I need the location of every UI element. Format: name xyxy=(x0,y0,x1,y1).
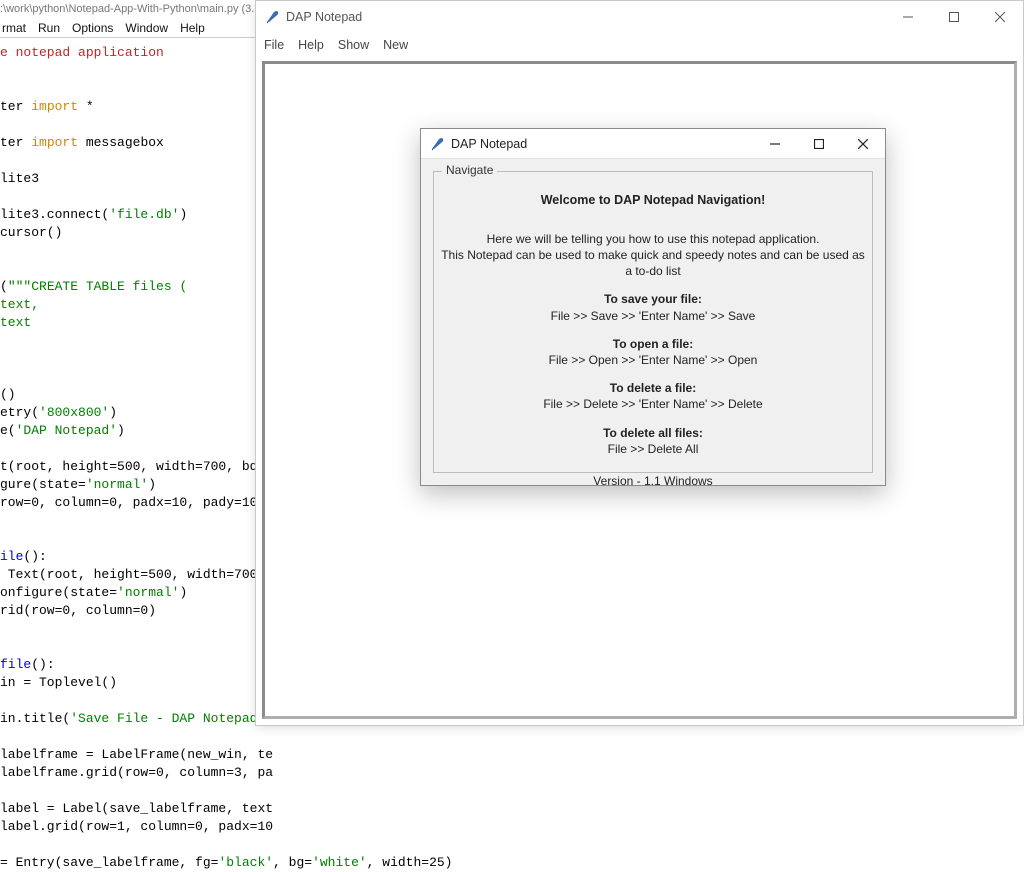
navigate-open-header: To open a file: xyxy=(549,336,758,352)
idle-menu-help[interactable]: Help xyxy=(178,21,207,35)
menu-show[interactable]: Show xyxy=(338,38,369,52)
code-line: label.grid(row=1, column=0, padx=10 xyxy=(0,818,500,836)
navigate-open-line: File >> Open >> 'Enter Name' >> Open xyxy=(549,352,758,368)
dialog-maximize-button[interactable] xyxy=(797,129,841,159)
feather-icon xyxy=(429,136,445,152)
feather-icon xyxy=(264,9,280,25)
menu-help[interactable]: Help xyxy=(298,38,324,52)
dialog-titlebar[interactable]: DAP Notepad xyxy=(421,129,885,159)
idle-menu-window[interactable]: Window xyxy=(123,21,170,35)
minimize-button[interactable] xyxy=(885,1,931,33)
idle-menu-options[interactable]: Options xyxy=(70,21,115,35)
navigate-intro-line2: This Notepad can be used to make quick a… xyxy=(440,247,866,279)
dialog-close-button[interactable] xyxy=(841,129,885,159)
navigate-version: Version - 1.1 Windows xyxy=(593,473,712,489)
code-line xyxy=(0,782,500,800)
navigate-dialog-window: DAP Notepad Navigate Welcome to DAP Note… xyxy=(420,128,886,486)
navigate-save-block: To save your file: File >> Save >> 'Ente… xyxy=(551,291,756,323)
navigate-save-header: To save your file: xyxy=(551,291,756,307)
dialog-title: DAP Notepad xyxy=(451,137,527,151)
dialog-body: Navigate Welcome to DAP Notepad Navigati… xyxy=(429,167,877,477)
dialog-minimize-button[interactable] xyxy=(753,129,797,159)
navigate-deleteall-block: To delete all files: File >> Delete All xyxy=(603,425,703,457)
navigate-delete-block: To delete a file: File >> Delete >> 'Ent… xyxy=(543,380,762,412)
code-line xyxy=(0,728,500,746)
navigate-deleteall-line: File >> Delete All xyxy=(603,441,703,457)
close-button[interactable] xyxy=(977,1,1023,33)
idle-menu-run[interactable]: Run xyxy=(36,21,62,35)
menu-file[interactable]: File xyxy=(264,38,284,52)
navigate-delete-header: To delete a file: xyxy=(543,380,762,396)
navigate-groupbox: Navigate Welcome to DAP Notepad Navigati… xyxy=(433,171,873,473)
maximize-button[interactable] xyxy=(931,1,977,33)
main-window-title: DAP Notepad xyxy=(286,10,362,24)
main-window-titlebar[interactable]: DAP Notepad xyxy=(256,1,1023,33)
idle-titlebar: :\work\python\Notepad-App-With-Python\ma… xyxy=(0,0,260,18)
idle-menu-format[interactable]: rmat xyxy=(0,21,28,35)
idle-editor-window: :\work\python\Notepad-App-With-Python\ma… xyxy=(0,0,255,730)
code-line: = Entry(save_labelframe, fg='black', bg=… xyxy=(0,854,500,872)
navigate-content: Welcome to DAP Notepad Navigation! Here … xyxy=(434,186,872,466)
menu-new[interactable]: New xyxy=(383,38,408,52)
navigate-welcome: Welcome to DAP Notepad Navigation! xyxy=(541,192,766,209)
code-line: labelframe = LabelFrame(new_win, te xyxy=(0,746,500,764)
code-line xyxy=(0,836,500,854)
groupbox-legend: Navigate xyxy=(442,163,497,177)
navigate-deleteall-header: To delete all files: xyxy=(603,425,703,441)
navigate-delete-line: File >> Delete >> 'Enter Name' >> Delete xyxy=(543,396,762,412)
navigate-save-line: File >> Save >> 'Enter Name' >> Save xyxy=(551,308,756,324)
navigate-intro: Here we will be telling you how to use t… xyxy=(440,231,866,280)
code-line: label = Label(save_labelframe, text xyxy=(0,800,500,818)
main-window-menubar[interactable]: File Help Show New xyxy=(256,33,1023,57)
navigate-intro-line1: Here we will be telling you how to use t… xyxy=(440,231,866,247)
navigate-open-block: To open a file: File >> Open >> 'Enter N… xyxy=(549,336,758,368)
code-line: labelframe.grid(row=0, column=3, pa xyxy=(0,764,500,782)
idle-menubar[interactable]: rmat Run Options Window Help xyxy=(0,18,260,38)
